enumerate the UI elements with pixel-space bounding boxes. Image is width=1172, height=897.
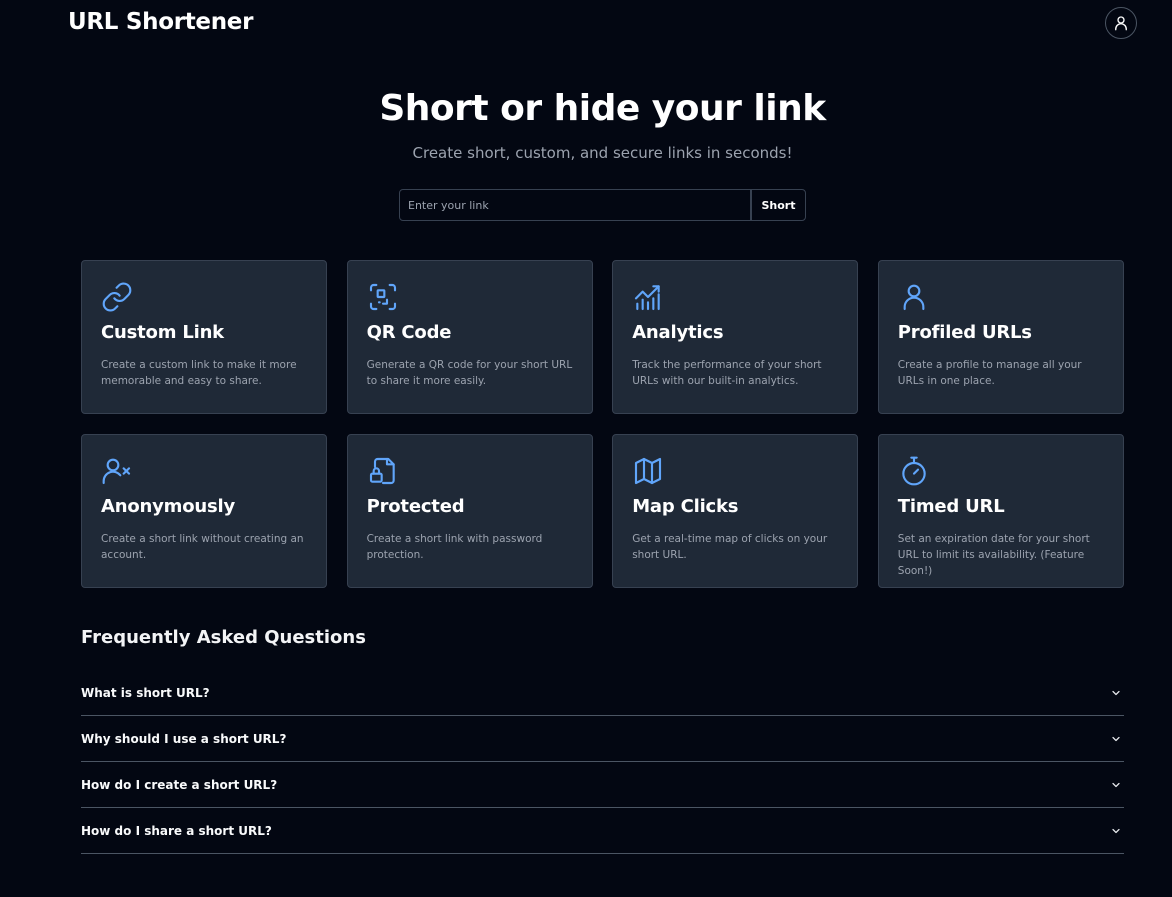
feature-card-analytics: Analytics Track the performance of your … — [612, 260, 859, 414]
faq-item[interactable]: How do I share a short URL? — [81, 808, 1124, 854]
feature-card-timed-url: Timed URL Set an expiration date for you… — [877, 434, 1124, 588]
hero-title: Short or hide your link — [379, 88, 826, 129]
faq-question: How do I create a short URL? — [81, 777, 278, 792]
user-icon — [898, 281, 930, 313]
feature-title: Custom Link — [101, 322, 224, 343]
feature-description: Set an expiration date for your short UR… — [897, 533, 1090, 577]
faq-item[interactable]: What is short URL? — [81, 670, 1124, 716]
faq-item[interactable]: How do I create a short URL? — [81, 762, 1124, 808]
feature-description: Track the performance of your short URLs… — [632, 359, 822, 387]
faq-heading: Frequently Asked Questions — [81, 627, 366, 648]
feature-card-protected: Protected Create a short link with passw… — [346, 434, 593, 588]
chevron-down-icon — [1112, 828, 1120, 833]
app-title: URL Shortener — [68, 9, 254, 35]
chevron-down-icon — [1112, 690, 1120, 695]
faq-list: What is short URL? Why should I use a sh… — [81, 670, 1124, 854]
feature-description: Get a real-time map of clicks on your sh… — [632, 533, 828, 561]
faq-item[interactable]: Why should I use a short URL? — [81, 716, 1124, 762]
user-icon — [1115, 16, 1127, 31]
feature-card-qr-code: QR Code Generate a QR code for your shor… — [346, 260, 593, 414]
file-lock-icon — [367, 455, 399, 487]
qr-code-icon — [367, 281, 399, 313]
feature-description: Create a profile to manage all your URLs… — [897, 359, 1082, 387]
short-button[interactable]: Short — [751, 189, 806, 221]
map-icon — [632, 455, 664, 487]
feature-card-anonymously: Anonymously Create a short link without … — [81, 434, 327, 588]
feature-title: Anonymously — [101, 496, 236, 517]
feature-title: Timed URL — [897, 496, 1005, 517]
feature-card-profiled-urls: Profiled URLs Create a profile to manage… — [877, 260, 1124, 414]
link-input[interactable] — [399, 189, 751, 221]
feature-title: Map Clicks — [632, 496, 739, 517]
feature-title: Profiled URLs — [897, 322, 1032, 343]
feature-description: Create a custom link to make it more mem… — [101, 359, 297, 387]
feature-title: Protected — [366, 496, 465, 517]
account-button[interactable] — [1105, 7, 1137, 39]
link-icon — [101, 281, 133, 313]
faq-question: How do I share a short URL? — [81, 823, 272, 838]
user-x-icon — [101, 455, 133, 487]
feature-card-custom-link: Custom Link Create a custom link to make… — [81, 260, 327, 414]
chevron-down-icon — [1112, 782, 1120, 787]
feature-description: Create a short link with password protec… — [366, 533, 543, 561]
feature-card-map-clicks: Map Clicks Get a real-time map of clicks… — [612, 434, 859, 588]
faq-question: Why should I use a short URL? — [81, 731, 287, 746]
feature-description: Create a short link without creating an … — [101, 533, 304, 561]
timer-icon — [898, 455, 930, 487]
hero-subtitle: Create short, custom, and secure links i… — [412, 144, 793, 162]
chevron-down-icon — [1112, 736, 1120, 741]
feature-grid: Custom Link Create a custom link to make… — [81, 260, 1124, 588]
feature-title: Analytics — [632, 322, 724, 343]
feature-title: QR Code — [366, 322, 452, 343]
faq-question: What is short URL? — [81, 685, 210, 700]
top-bar: URL Shortener — [0, 0, 1172, 48]
chart-icon — [632, 281, 664, 313]
feature-description: Generate a QR code for your short URL to… — [366, 359, 573, 387]
